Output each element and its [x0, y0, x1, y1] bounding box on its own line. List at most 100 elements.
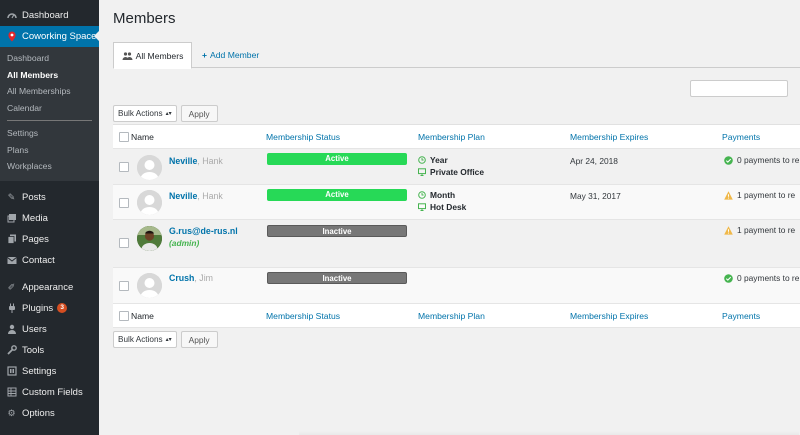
updown-arrow-icon: ▴▾ — [165, 337, 172, 343]
submenu-separator — [7, 120, 92, 121]
sidebar-item-tools[interactable]: Tools — [0, 340, 99, 361]
page-title: Members — [113, 10, 176, 27]
desktop-icon — [418, 168, 426, 176]
column-payments[interactable]: Payments — [722, 132, 760, 142]
status-badge: Inactive — [267, 225, 407, 237]
users-icon — [6, 324, 17, 335]
member-tabs: All Members + Add Member — [113, 42, 800, 69]
settings-icon — [6, 366, 17, 377]
avatar — [137, 155, 162, 180]
column-membership-expires[interactable]: Membership Expires — [570, 311, 648, 321]
avatar — [137, 273, 162, 298]
grid-icon — [6, 387, 17, 398]
status-badge: Inactive — [267, 272, 407, 284]
apply-button[interactable]: Apply — [180, 331, 218, 348]
expires-date: May 31, 2017 — [570, 191, 621, 201]
row-checkbox[interactable] — [119, 281, 129, 291]
plus-icon: + — [202, 50, 208, 60]
warning-icon — [724, 225, 733, 235]
expires-date: Apr 24, 2018 — [570, 156, 618, 166]
wrench-icon — [6, 345, 17, 356]
column-payments[interactable]: Payments — [722, 311, 760, 321]
tab-all-members[interactable]: All Members — [113, 42, 192, 69]
sidebar-item-appearance[interactable]: ✐ Appearance — [0, 277, 99, 298]
bulk-actions-bottom: Bulk Actions ▴▾ Apply — [113, 331, 218, 348]
admin-sidebar: Dashboard Coworking Space Dashboard All … — [0, 0, 99, 435]
media-icon — [6, 213, 17, 224]
submenu-dashboard[interactable]: Dashboard — [0, 50, 99, 67]
column-name[interactable]: Name — [131, 311, 154, 321]
submenu-plans[interactable]: Plans — [0, 142, 99, 159]
sidebar-item-pages[interactable]: Pages — [0, 229, 99, 250]
warning-icon — [724, 190, 733, 200]
plan-name: Private Office — [418, 167, 484, 177]
table-row: Neville, Hank Active Month Hot Desk May … — [113, 185, 800, 220]
table-header: Name Membership Status Membership Plan M… — [113, 125, 800, 149]
search-input[interactable] — [690, 80, 788, 97]
check-circle-icon — [724, 155, 733, 165]
submenu-settings[interactable]: Settings — [0, 125, 99, 142]
submenu-all-members[interactable]: All Members — [0, 67, 99, 84]
tab-add-member[interactable]: + Add Member — [202, 42, 259, 68]
payments-status: 0 payments to re — [724, 273, 799, 283]
dashboard-icon — [6, 10, 17, 21]
row-checkbox[interactable] — [119, 198, 129, 208]
coworking-submenu: Dashboard All Members All Memberships Ca… — [0, 47, 99, 181]
member-name[interactable]: Neville, Hank — [169, 191, 223, 201]
sidebar-item-coworking-space[interactable]: Coworking Space — [0, 26, 99, 47]
column-name[interactable]: Name — [131, 132, 154, 142]
table-row: G.rus@de-rus.nl (admin) Inactive 1 payme… — [113, 220, 800, 268]
submenu-workplaces[interactable]: Workplaces — [0, 158, 99, 175]
sidebar-item-posts[interactable]: ✎ Posts — [0, 187, 99, 208]
clock-icon — [418, 156, 426, 164]
bulk-actions-top: Bulk Actions ▴▾ Apply — [113, 105, 218, 122]
sidebar-item-settings[interactable]: Settings — [0, 361, 99, 382]
bulk-actions-select[interactable]: Bulk Actions ▴▾ — [113, 331, 177, 348]
sidebar-item-plugins[interactable]: Plugins 3 — [0, 298, 99, 319]
column-membership-plan[interactable]: Membership Plan — [418, 132, 485, 142]
payments-status: 1 payment to re — [724, 225, 795, 235]
plugins-update-badge: 3 — [57, 303, 68, 313]
sidebar-item-dashboard[interactable]: Dashboard — [0, 5, 99, 26]
status-badge: Active — [267, 189, 407, 201]
member-name[interactable]: G.rus@de-rus.nl — [169, 226, 238, 236]
sidebar-item-users[interactable]: Users — [0, 319, 99, 340]
column-membership-status[interactable]: Membership Status — [266, 132, 340, 142]
submenu-all-memberships[interactable]: All Memberships — [0, 83, 99, 100]
mail-icon — [6, 255, 17, 266]
desktop-icon — [418, 203, 426, 211]
plugin-icon — [6, 303, 17, 314]
users-icon — [122, 51, 133, 60]
select-all-checkbox[interactable] — [119, 132, 129, 142]
members-table: Name Membership Status Membership Plan M… — [113, 124, 800, 328]
status-badge: Active — [267, 153, 407, 165]
column-membership-status[interactable]: Membership Status — [266, 311, 340, 321]
member-name[interactable]: Crush, Jim — [169, 273, 213, 283]
gear-icon: ⚙ — [7, 407, 16, 418]
row-checkbox[interactable] — [119, 162, 129, 172]
brush-icon: ✐ — [7, 281, 16, 292]
row-checkbox[interactable] — [119, 238, 129, 248]
sidebar-item-contact[interactable]: Contact — [0, 250, 99, 271]
pin-icon: ✎ — [7, 191, 16, 202]
column-membership-expires[interactable]: Membership Expires — [570, 132, 648, 142]
select-all-checkbox[interactable] — [119, 311, 129, 321]
admin-role-label: (admin) — [169, 238, 200, 248]
plan-period: Month — [418, 190, 455, 200]
table-row: Neville, Hank Active Year Private Office… — [113, 149, 800, 185]
apply-button[interactable]: Apply — [180, 105, 218, 122]
sidebar-item-options[interactable]: ⚙ Options — [0, 403, 99, 424]
pages-icon — [6, 234, 17, 245]
submenu-calendar[interactable]: Calendar — [0, 100, 99, 117]
table-row: Crush, Jim Inactive 0 payments to re — [113, 268, 800, 304]
updown-arrow-icon: ▴▾ — [165, 111, 172, 117]
payments-status: 1 payment to re — [724, 190, 795, 200]
clock-icon — [418, 191, 426, 199]
location-pin-icon — [6, 31, 17, 42]
bulk-actions-select[interactable]: Bulk Actions ▴▾ — [113, 105, 177, 122]
column-membership-plan[interactable]: Membership Plan — [418, 311, 485, 321]
sidebar-item-media[interactable]: Media — [0, 208, 99, 229]
sidebar-item-custom-fields[interactable]: Custom Fields — [0, 382, 99, 403]
member-name[interactable]: Neville, Hank — [169, 156, 223, 166]
main-content: Members All Members + Add Member Bulk Ac… — [99, 0, 800, 435]
